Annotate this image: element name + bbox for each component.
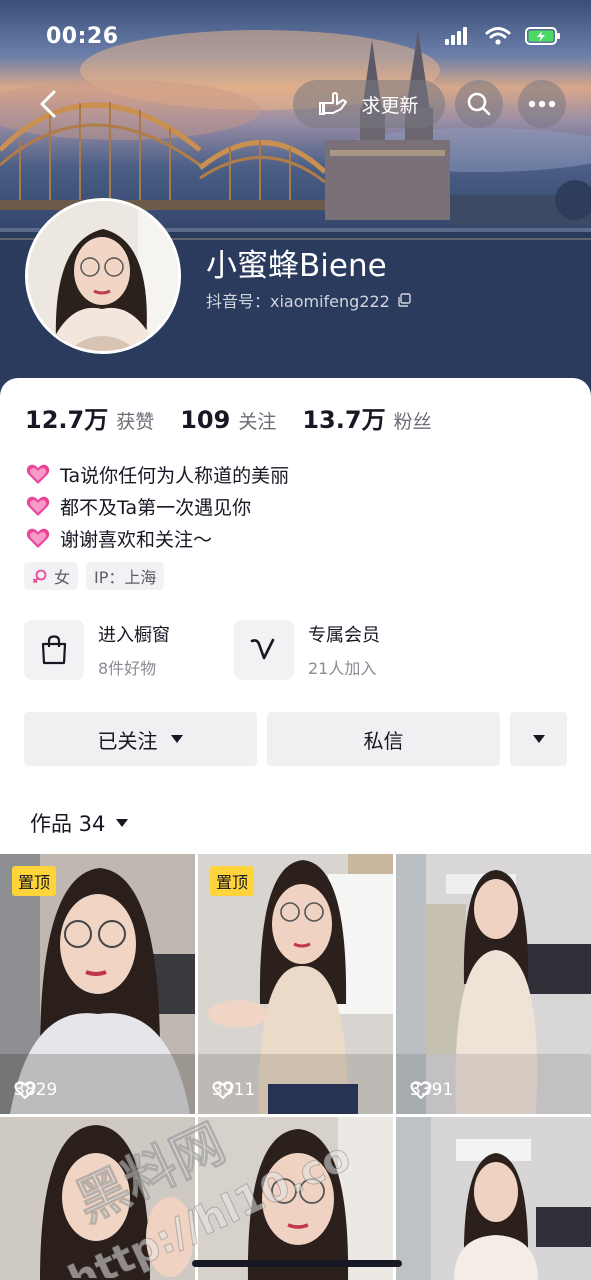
caret-down-icon (532, 735, 545, 743)
video-likes: 3911 (212, 1080, 255, 1100)
more-options-button[interactable] (518, 80, 566, 128)
copy-icon[interactable] (398, 293, 412, 307)
stat-following[interactable]: 109 关注 (180, 406, 276, 434)
shop-entry-subtitle: 8件好物 (98, 659, 157, 678)
ip-location-tag: IP：上海 (86, 562, 165, 590)
battery-charging-icon (525, 27, 560, 45)
following-button-label: 已关注 (97, 728, 158, 753)
signal-icon (445, 27, 467, 45)
search-button[interactable] (455, 80, 503, 128)
bio-text-1: Ta说你任何为人称道的美丽 (60, 464, 290, 487)
ip-location-label: IP：上海 (94, 568, 157, 587)
shop-entry-title: 进入橱窗 (98, 625, 170, 646)
pinned-badge: 置顶 (12, 866, 57, 896)
bio-text-2: 都不及Ta第一次遇见你 (60, 496, 252, 519)
back-button[interactable] (26, 82, 70, 126)
stat-followers-value: 13.7万 (302, 406, 386, 434)
following-button[interactable]: 已关注 (24, 712, 257, 766)
video-tile[interactable] (396, 1117, 591, 1280)
stat-likes-value: 12.7万 (25, 406, 109, 434)
shopping-bag-icon (41, 635, 67, 665)
video-likes: 3829 (14, 1080, 57, 1100)
status-time: 00:26 (46, 24, 119, 49)
search-icon (467, 92, 491, 116)
shop-entry-text: 进入橱窗 8件好物 (98, 621, 170, 679)
female-symbol-icon (32, 569, 47, 584)
stat-likes-label: 获赞 (116, 411, 155, 433)
membership-entry-text: 专属会员 21人加入 (308, 621, 380, 679)
stat-following-label: 关注 (238, 411, 277, 433)
membership-entry-icon-box (234, 620, 294, 680)
heart-outline-icon (410, 1081, 432, 1099)
account-id: 抖音号：xiaomifeng222 (206, 288, 412, 312)
heart-outline-icon (212, 1081, 234, 1099)
video-tile[interactable]: 置顶 3829 (0, 854, 195, 1114)
membership-entry-subtitle: 21人加入 (308, 659, 377, 678)
stat-likes: 12.7万 获赞 (25, 400, 154, 435)
message-button[interactable]: 私信 (267, 712, 500, 766)
bio: Ta说你任何为人称道的美丽 都不及Ta第一次遇见你 谢谢喜欢和关注～ (26, 458, 289, 554)
request-update-label: 求更新 (361, 94, 419, 117)
video-thumbnail-image (396, 854, 591, 1114)
bio-line: 谢谢喜欢和关注～ (26, 522, 289, 554)
chevron-left-icon (40, 90, 56, 118)
avatar[interactable] (25, 198, 181, 354)
bio-line: 都不及Ta第一次遇见你 (26, 490, 289, 522)
video-tile[interactable]: 置顶 3911 (198, 854, 393, 1114)
shop-window-entry[interactable]: 进入橱窗 8件好物 (24, 620, 234, 680)
account-id-text: 抖音号：xiaomifeng222 (206, 292, 390, 311)
video-thumbnail-image (198, 1117, 393, 1280)
profile-entries: 进入橱窗 8件好物 专属会员 21人加入 (24, 620, 444, 680)
video-tile[interactable] (198, 1117, 393, 1280)
gender-tag: 女 (24, 562, 79, 590)
ellipsis-icon (528, 100, 556, 108)
works-tab[interactable]: 作品 34 (30, 808, 129, 838)
caret-down-icon (116, 819, 129, 827)
bio-line: Ta说你任何为人称道的美丽 (26, 458, 289, 490)
home-indicator[interactable] (192, 1260, 402, 1267)
pinned-badge: 置顶 (210, 866, 255, 896)
membership-entry-title: 专属会员 (308, 625, 380, 646)
video-thumbnail-image (396, 1117, 591, 1280)
status-bar: 00:26 (0, 0, 591, 76)
stat-followers-label: 粉丝 (393, 411, 432, 433)
video-tile[interactable]: 3391 (396, 854, 591, 1114)
sparkling-heart-icon (26, 496, 50, 516)
sparkling-heart-icon (26, 528, 50, 548)
stat-followers[interactable]: 13.7万 粉丝 (302, 400, 431, 435)
wifi-icon (485, 27, 511, 45)
stat-following-value: 109 (180, 406, 231, 434)
profile-nickname: 小蜜蜂Biene (206, 248, 387, 284)
request-update-button[interactable]: 求更新 (293, 80, 445, 128)
action-buttons: 已关注 私信 (24, 712, 567, 766)
profile-tags: 女 IP：上海 (24, 562, 165, 590)
membership-entry[interactable]: 专属会员 21人加入 (234, 620, 444, 680)
vip-v-icon (250, 638, 275, 660)
gender-tag-label: 女 (54, 568, 71, 587)
sparkling-heart-icon (26, 464, 50, 484)
message-button-label: 私信 (363, 728, 404, 753)
video-likes: 3391 (410, 1080, 453, 1100)
video-thumbnail-image (0, 1117, 195, 1280)
shop-entry-icon-box (24, 620, 84, 680)
video-tile[interactable] (0, 1117, 195, 1280)
bio-text-3: 谢谢喜欢和关注～ (60, 528, 213, 551)
hand-point-icon (319, 92, 348, 115)
caret-down-icon (170, 735, 183, 743)
profile-banner: 00:26 求更新 小蜜蜂Biene 抖音号：xiaomifeng222 (0, 0, 591, 400)
avatar-portrait-image (28, 201, 178, 351)
status-icons (445, 26, 561, 46)
heart-outline-icon (14, 1081, 36, 1099)
more-actions-button[interactable] (510, 712, 567, 766)
video-grid: 置顶 3829 置顶 3911 3391 (0, 854, 591, 1280)
works-tab-label: 作品 34 (30, 812, 106, 836)
stats-row: 12.7万 获赞 109 关注 13.7万 粉丝 (25, 400, 458, 435)
